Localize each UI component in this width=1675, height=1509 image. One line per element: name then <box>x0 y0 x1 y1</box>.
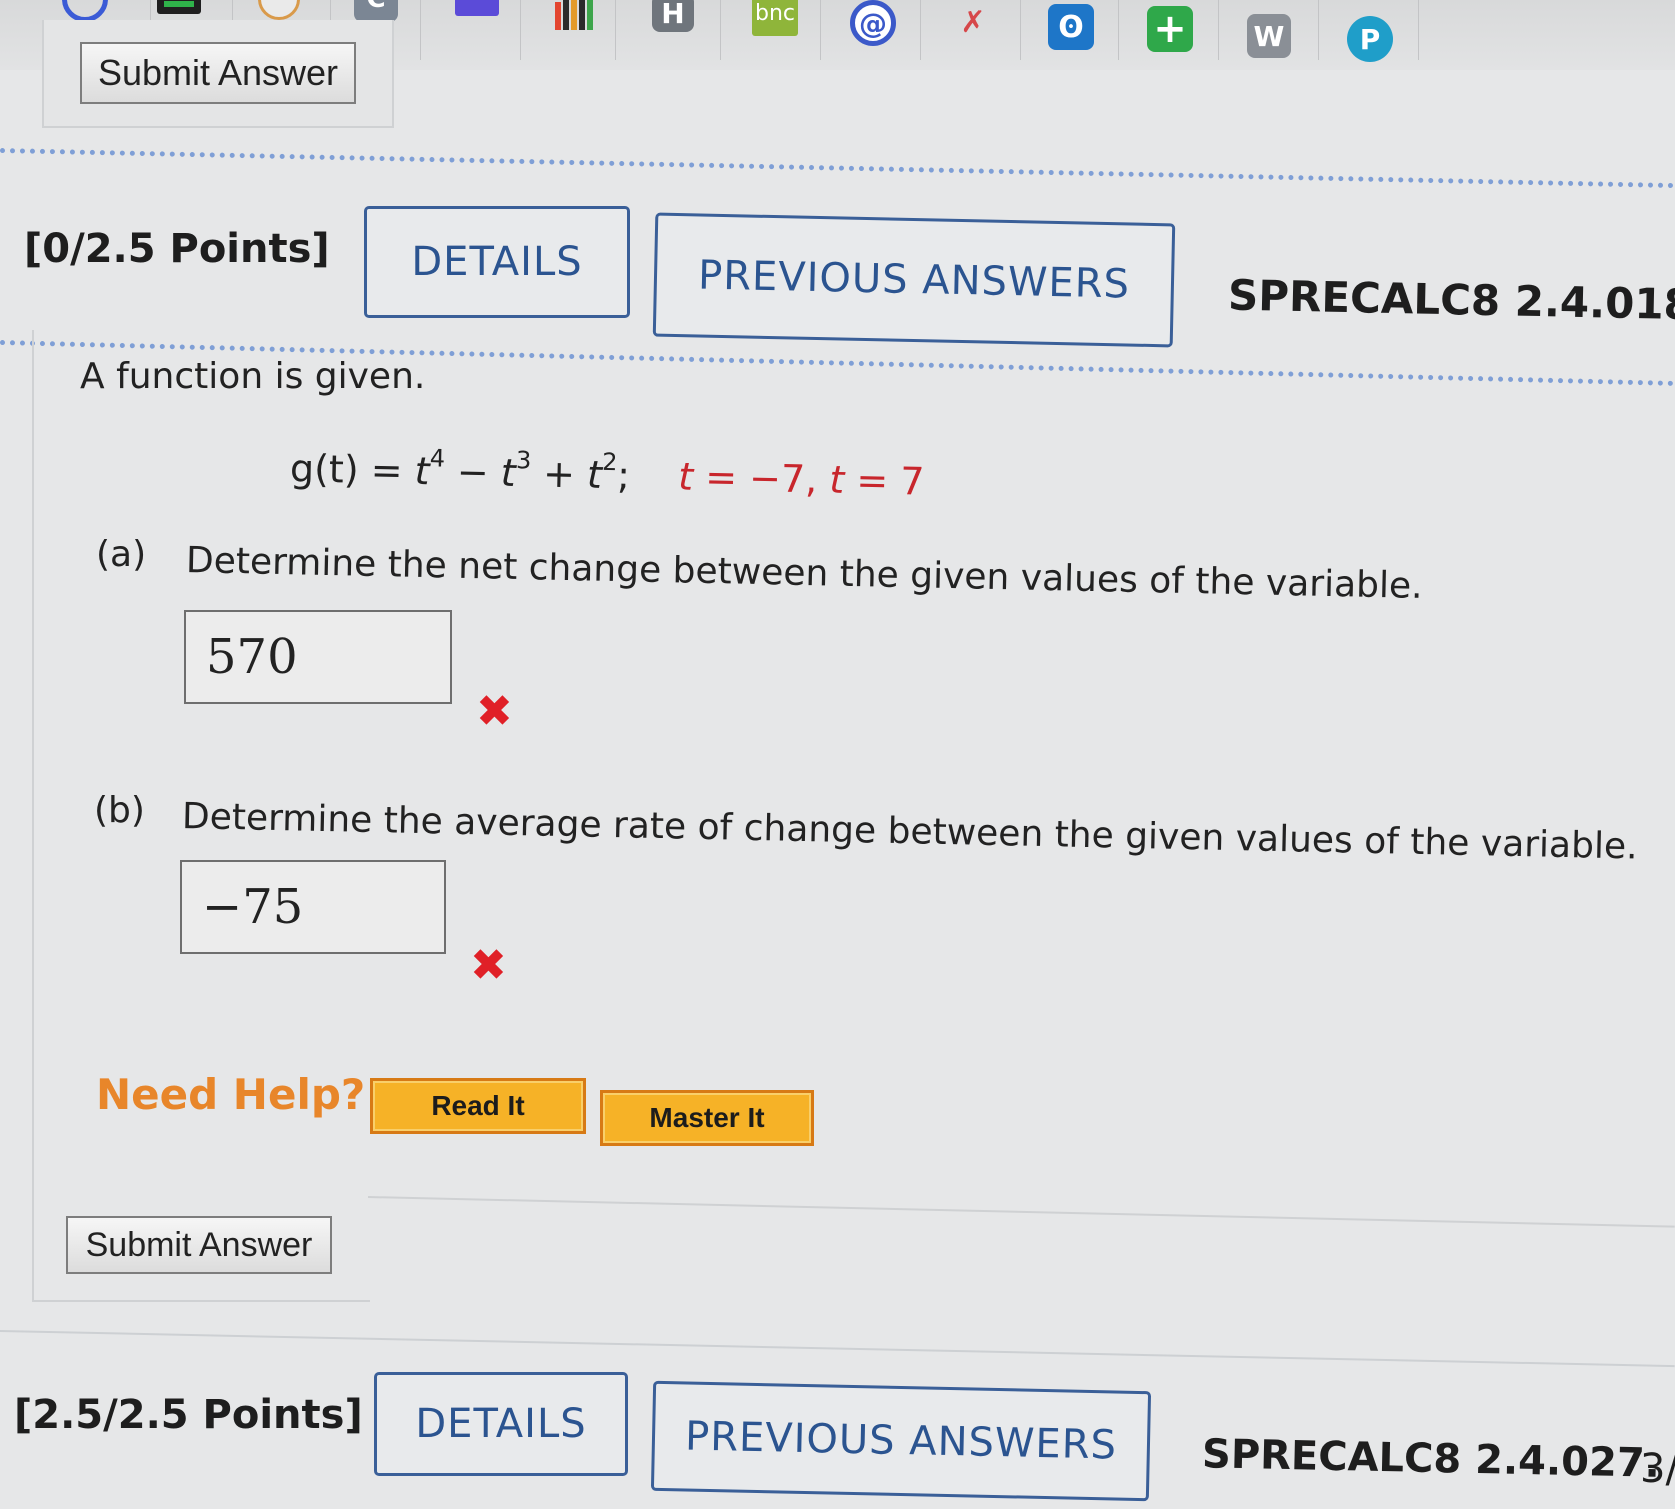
next-question-id: SPRECALC8 2.4.027. <box>1201 1431 1661 1487</box>
bookmark-loop-icon[interactable] <box>62 0 108 22</box>
bookmark-bars-icon[interactable] <box>157 0 201 14</box>
bookmark-w-icon[interactable]: W <box>1247 14 1291 58</box>
bookmark-plus-icon[interactable]: + <box>1147 6 1193 52</box>
next-details-button[interactable]: DETAILS <box>374 1372 628 1476</box>
bookmark-blue-icon[interactable]: ʘ <box>1048 4 1094 50</box>
bookmark-layers-icon[interactable] <box>455 0 499 16</box>
divider <box>0 148 1675 189</box>
bookmark-star-icon[interactable]: ✗ <box>950 2 996 42</box>
bookmark-at-icon[interactable]: @ <box>850 0 896 46</box>
next-previous-answers-button[interactable]: PREVIOUS ANSWERS <box>650 1380 1152 1502</box>
bookmark-p-icon[interactable]: P <box>1347 16 1393 62</box>
bookmark-smile-icon[interactable] <box>258 0 300 20</box>
bookmark-bnc-icon[interactable]: bnc <box>752 0 798 36</box>
incorrect-icon: ✖ <box>476 686 513 737</box>
part-a-label: (a) <box>96 534 147 575</box>
submit-answer-button[interactable]: Submit Answer <box>66 1216 332 1274</box>
master-it-button[interactable]: Master It <box>600 1090 814 1146</box>
question-intro: A function is given. <box>80 356 426 397</box>
next-question-points: [2.5/2.5 Points] <box>14 1392 363 1438</box>
need-help-label: Need Help? <box>96 1070 366 1119</box>
bookmark-h-icon[interactable]: H <box>652 0 694 32</box>
read-it-button[interactable]: Read It <box>370 1078 586 1134</box>
question-id: SPRECALC8 2.4.018.M <box>1227 270 1675 331</box>
incorrect-icon: ✖ <box>470 940 507 991</box>
part-a-answer-input[interactable]: 570 <box>184 610 452 704</box>
next-question-number: 3/ <box>1640 1446 1675 1492</box>
part-b-label: (b) <box>94 790 145 831</box>
part-b-answer-input[interactable]: −75 <box>180 860 446 954</box>
previous-answers-button[interactable]: PREVIOUS ANSWERS <box>652 212 1176 348</box>
bookmark-c-icon[interactable]: C <box>354 0 398 22</box>
divider <box>0 1330 1675 1368</box>
submit-answer-button-previous[interactable]: Submit Answer <box>80 42 356 104</box>
question-points: [0/2.5 Points] <box>24 226 330 272</box>
details-button[interactable]: DETAILS <box>364 206 630 318</box>
bookmark-chart-icon[interactable] <box>553 0 597 30</box>
